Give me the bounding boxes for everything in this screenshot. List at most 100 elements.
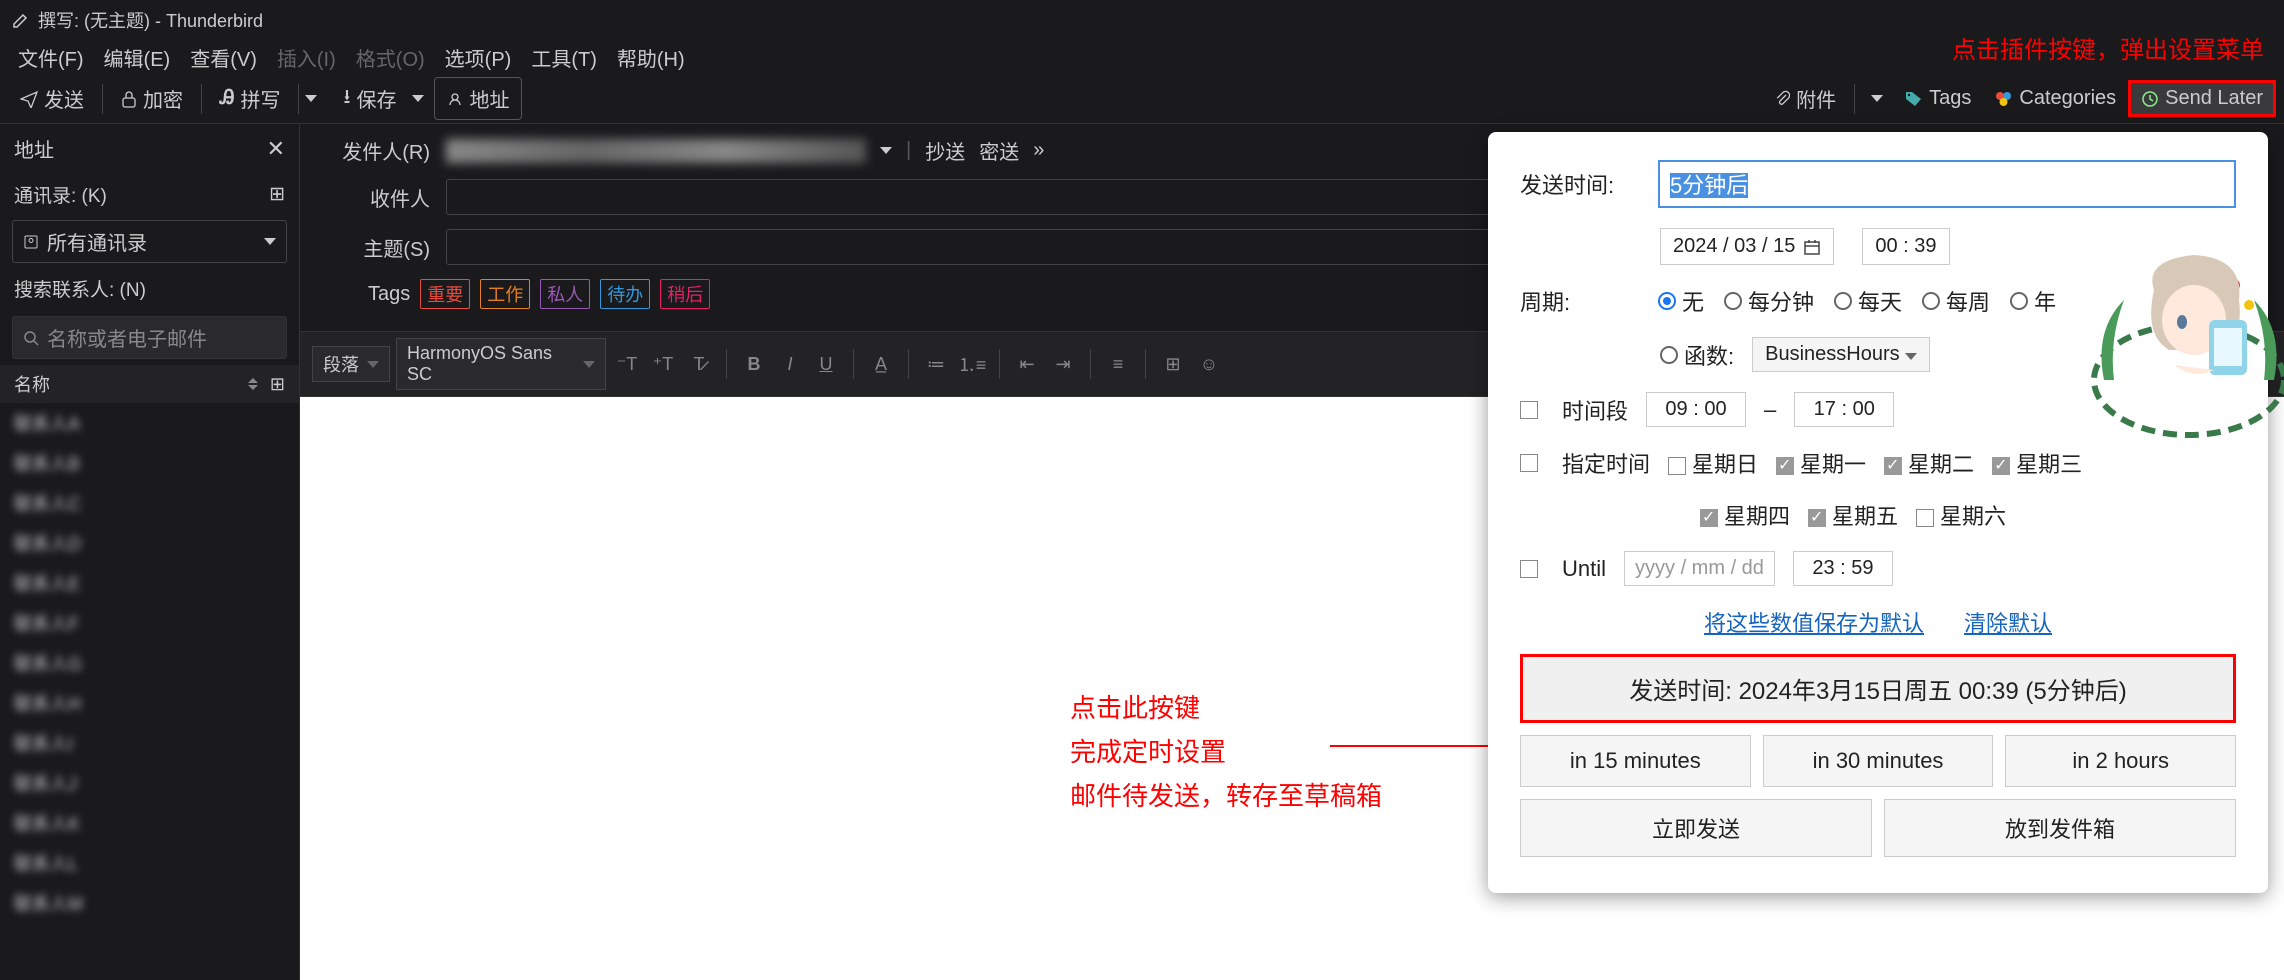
menu-view[interactable]: 查看(V) bbox=[180, 39, 267, 76]
font-select[interactable]: HarmonyOS Sans SC bbox=[396, 338, 606, 390]
contact-item[interactable]: 联系人J bbox=[0, 763, 299, 803]
in-15-minutes-button[interactable]: in 15 minutes bbox=[1520, 735, 1751, 787]
menu-insert[interactable]: 插入(I) bbox=[267, 39, 346, 76]
remove-format-icon[interactable]: T̷ bbox=[684, 349, 714, 379]
in-30-minutes-button[interactable]: in 30 minutes bbox=[1763, 735, 1994, 787]
emoji-icon[interactable]: ☺ bbox=[1194, 349, 1224, 379]
attach-dropdown-icon[interactable] bbox=[1871, 95, 1883, 102]
contact-item[interactable]: 联系人M bbox=[0, 883, 299, 923]
put-outbox-button[interactable]: 放到发件箱 bbox=[1884, 799, 2236, 857]
tag-todo[interactable]: 待办 bbox=[600, 279, 650, 309]
menu-tools[interactable]: 工具(T) bbox=[521, 39, 607, 76]
tags-button[interactable]: Tags bbox=[1893, 81, 1983, 116]
from-identity[interactable] bbox=[446, 139, 866, 163]
specify-time-checkbox[interactable] bbox=[1520, 454, 1538, 472]
menu-help[interactable]: 帮助(H) bbox=[607, 39, 695, 76]
font-size-up-icon[interactable]: ⁺T bbox=[648, 349, 678, 379]
bcc-button[interactable]: 密送 bbox=[979, 136, 1019, 165]
encrypt-button[interactable]: 加密 bbox=[109, 78, 195, 119]
until-time[interactable]: 23 : 59 bbox=[1793, 551, 1893, 586]
tag-important[interactable]: 重要 bbox=[420, 279, 470, 309]
contact-item[interactable]: 联系人L bbox=[0, 843, 299, 883]
addressbook-select[interactable]: 所有通讯录 bbox=[12, 220, 287, 263]
send-time-input[interactable]: 5分钟后 bbox=[1658, 160, 2236, 208]
send-button[interactable]: 发送 bbox=[8, 78, 96, 119]
weekday-fri[interactable] bbox=[1808, 509, 1826, 527]
bold-icon[interactable]: B bbox=[739, 349, 769, 379]
menu-options[interactable]: 选项(P) bbox=[435, 39, 522, 76]
annotation-arrow bbox=[1330, 745, 1510, 747]
contact-item[interactable]: 联系人B bbox=[0, 443, 299, 483]
underline-icon[interactable]: U bbox=[811, 349, 841, 379]
cycle-per-day[interactable]: 每天 bbox=[1834, 285, 1902, 317]
spellcheck-button[interactable]: Ꭿ 拼写 bbox=[208, 78, 292, 119]
sort-icon[interactable] bbox=[248, 378, 258, 390]
cycle-function[interactable]: 函数: bbox=[1660, 339, 1734, 371]
cc-button[interactable]: 抄送 bbox=[925, 136, 965, 165]
contact-item[interactable]: 联系人E bbox=[0, 563, 299, 603]
menu-format[interactable]: 格式(O) bbox=[346, 39, 435, 76]
tag-work[interactable]: 工作 bbox=[480, 279, 530, 309]
menu-edit[interactable]: 编辑(E) bbox=[94, 39, 181, 76]
in-2-hours-button[interactable]: in 2 hours bbox=[2005, 735, 2236, 787]
menu-file[interactable]: 文件(F) bbox=[8, 39, 94, 76]
send-now-button[interactable]: 立即发送 bbox=[1520, 799, 1872, 857]
until-date[interactable]: yyyy / mm / dd bbox=[1624, 551, 1775, 586]
expand-recipients[interactable]: » bbox=[1033, 139, 1044, 162]
categories-button[interactable]: Categories bbox=[1983, 81, 2128, 116]
grid-icon[interactable]: ⊞ bbox=[269, 183, 285, 206]
contact-item[interactable]: 联系人H bbox=[0, 683, 299, 723]
weekday-tue[interactable] bbox=[1884, 457, 1902, 475]
color-icon[interactable]: A̲ bbox=[866, 349, 896, 379]
close-sidebar-icon[interactable]: ✕ bbox=[267, 136, 285, 162]
outdent-icon[interactable]: ⇤ bbox=[1012, 349, 1042, 379]
contact-item[interactable]: 联系人G bbox=[0, 643, 299, 683]
column-name[interactable]: 名称 bbox=[14, 371, 50, 397]
date-input[interactable]: 2024 / 03 / 15 bbox=[1660, 228, 1834, 265]
address-button[interactable]: 地址 bbox=[434, 77, 522, 120]
cycle-per-year[interactable]: 年 bbox=[2010, 285, 2056, 317]
time-range-from[interactable]: 09 : 00 bbox=[1646, 392, 1746, 427]
from-dropdown-icon[interactable] bbox=[880, 147, 892, 154]
tag-later[interactable]: 稍后 bbox=[660, 279, 710, 309]
attachment-button[interactable]: 附件 bbox=[1762, 78, 1848, 119]
contact-item[interactable]: 联系人K bbox=[0, 803, 299, 843]
italic-icon[interactable]: I bbox=[775, 349, 805, 379]
contact-item[interactable]: 联系人F bbox=[0, 603, 299, 643]
insert-icon[interactable]: ⊞ bbox=[1158, 349, 1188, 379]
contact-item[interactable]: 联系人A bbox=[0, 403, 299, 443]
weekday-sun[interactable] bbox=[1668, 457, 1686, 475]
contact-item[interactable]: 联系人I bbox=[0, 723, 299, 763]
time-range-checkbox[interactable] bbox=[1520, 401, 1538, 419]
until-checkbox[interactable] bbox=[1520, 560, 1538, 578]
search-contacts-input[interactable]: 名称或者电子邮件 bbox=[12, 316, 287, 359]
function-select[interactable]: BusinessHours bbox=[1752, 337, 1930, 372]
cycle-per-week[interactable]: 每周 bbox=[1922, 285, 1990, 317]
cycle-per-minute[interactable]: 每分钟 bbox=[1724, 285, 1814, 317]
contact-item[interactable]: 联系人D bbox=[0, 523, 299, 563]
font-size-down-icon[interactable]: ⁻T bbox=[612, 349, 642, 379]
weekday-wed[interactable] bbox=[1992, 457, 2010, 475]
send-later-button[interactable]: Send Later bbox=[2128, 80, 2276, 117]
time-range-to[interactable]: 17 : 00 bbox=[1794, 392, 1894, 427]
bullet-list-icon[interactable]: ≔ bbox=[921, 349, 951, 379]
time-input[interactable]: 00 : 39 bbox=[1862, 228, 1949, 265]
clear-defaults-link[interactable]: 清除默认 bbox=[1964, 606, 2052, 638]
weekday-thu[interactable] bbox=[1700, 509, 1718, 527]
cycle-none[interactable]: 无 bbox=[1658, 285, 1704, 317]
save-button[interactable]: ⭳ 保存 bbox=[331, 76, 408, 122]
save-dropdown-icon[interactable] bbox=[412, 95, 424, 102]
indent-icon[interactable]: ⇥ bbox=[1048, 349, 1078, 379]
weekday-mon[interactable] bbox=[1776, 457, 1794, 475]
tag-personal[interactable]: 私人 bbox=[540, 279, 590, 309]
column-picker-icon[interactable]: ⊞ bbox=[270, 374, 285, 395]
number-list-icon[interactable]: ⒈≡ bbox=[957, 349, 987, 379]
spell-dropdown-icon[interactable] bbox=[305, 95, 317, 102]
send-at-button[interactable]: 发送时间: 2024年3月15日周五 00:39 (5分钟后) bbox=[1520, 654, 2236, 723]
contact-item[interactable]: 联系人C bbox=[0, 483, 299, 523]
align-icon[interactable]: ≡ bbox=[1103, 349, 1133, 379]
paragraph-select[interactable]: 段落 bbox=[312, 346, 390, 382]
weekday-sat[interactable] bbox=[1916, 509, 1934, 527]
save-defaults-link[interactable]: 将这些数值保存为默认 bbox=[1704, 606, 1924, 638]
separator bbox=[298, 84, 299, 114]
